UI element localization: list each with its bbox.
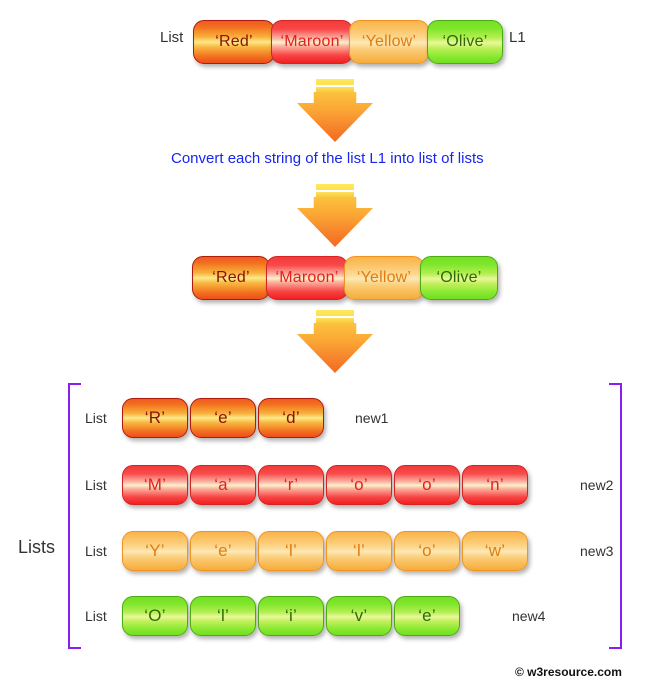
result-row-4-left-label: List	[85, 608, 107, 624]
result-char-chip: ‘M’	[122, 465, 188, 505]
result-row-3-right-label: new3	[580, 543, 614, 559]
middle-chip-yellow: ‘Yellow’	[344, 256, 424, 300]
down-arrow-2	[297, 184, 373, 247]
result-char-chip: ‘l’	[326, 531, 392, 571]
result-char-chip: ‘r’	[258, 465, 324, 505]
result-char-chip: ‘d’	[258, 398, 324, 438]
conversion-caption: Convert each string of the list L1 into …	[171, 150, 484, 167]
result-char-chip: ‘i’	[258, 596, 324, 636]
source-chip-maroon: ‘Maroon’	[271, 20, 353, 64]
result-char-chip: ‘o’	[394, 531, 460, 571]
arrow-body	[297, 197, 373, 247]
arrow-cap-bar-bottom	[316, 87, 354, 92]
result-char-chip: ‘n’	[462, 465, 528, 505]
result-char-chip: ‘O’	[122, 596, 188, 636]
result-row-2-right-label: new2	[580, 477, 614, 493]
source-chip-yellow: ‘Yellow’	[349, 20, 429, 64]
watermark-credit: © w3resource.com	[515, 665, 622, 679]
arrow-cap-bar-top	[316, 184, 354, 190]
result-char-chip: ‘a’	[190, 465, 256, 505]
down-arrow-1	[297, 79, 373, 142]
source-list-right-label: L1	[509, 29, 526, 46]
result-row-2-left-label: List	[85, 477, 107, 493]
result-group-label: Lists	[18, 537, 56, 557]
arrow-cap-bar-top	[316, 79, 354, 85]
result-char-chip: ‘v’	[326, 596, 392, 636]
result-char-chip: ‘l’	[258, 531, 324, 571]
result-char-chip: ‘w’	[462, 531, 528, 571]
middle-chip-red: ‘Red’	[192, 256, 270, 300]
arrow-body	[297, 323, 373, 373]
result-char-chip: ‘e’	[394, 596, 460, 636]
result-char-chip: ‘R’	[122, 398, 188, 438]
result-char-chip: ‘e’	[190, 398, 256, 438]
bracket-left	[68, 383, 81, 649]
source-chip-red: ‘Red’	[193, 20, 275, 64]
arrow-cap-bar-bottom	[316, 192, 354, 197]
result-char-chip: ‘Y’	[122, 531, 188, 571]
result-char-chip: ‘o’	[394, 465, 460, 505]
result-char-chip: ‘l’	[190, 596, 256, 636]
source-chip-olive: ‘Olive’	[427, 20, 503, 64]
result-row-1-left-label: List	[85, 410, 107, 426]
result-char-chip: ‘o’	[326, 465, 392, 505]
arrow-cap-bar-bottom	[316, 318, 354, 323]
down-arrow-3	[297, 310, 373, 373]
arrow-cap-bar-top	[316, 310, 354, 316]
bracket-right	[609, 383, 622, 649]
result-char-chip: ‘e’	[190, 531, 256, 571]
result-row-1-right-label: new1	[355, 410, 389, 426]
result-row-4-right-label: new4	[512, 608, 546, 624]
arrow-body	[297, 92, 373, 142]
middle-chip-olive: ‘Olive’	[420, 256, 498, 300]
source-list-left-label: List	[160, 29, 184, 46]
middle-chip-maroon: ‘Maroon’	[266, 256, 348, 300]
result-row-3-left-label: List	[85, 543, 107, 559]
